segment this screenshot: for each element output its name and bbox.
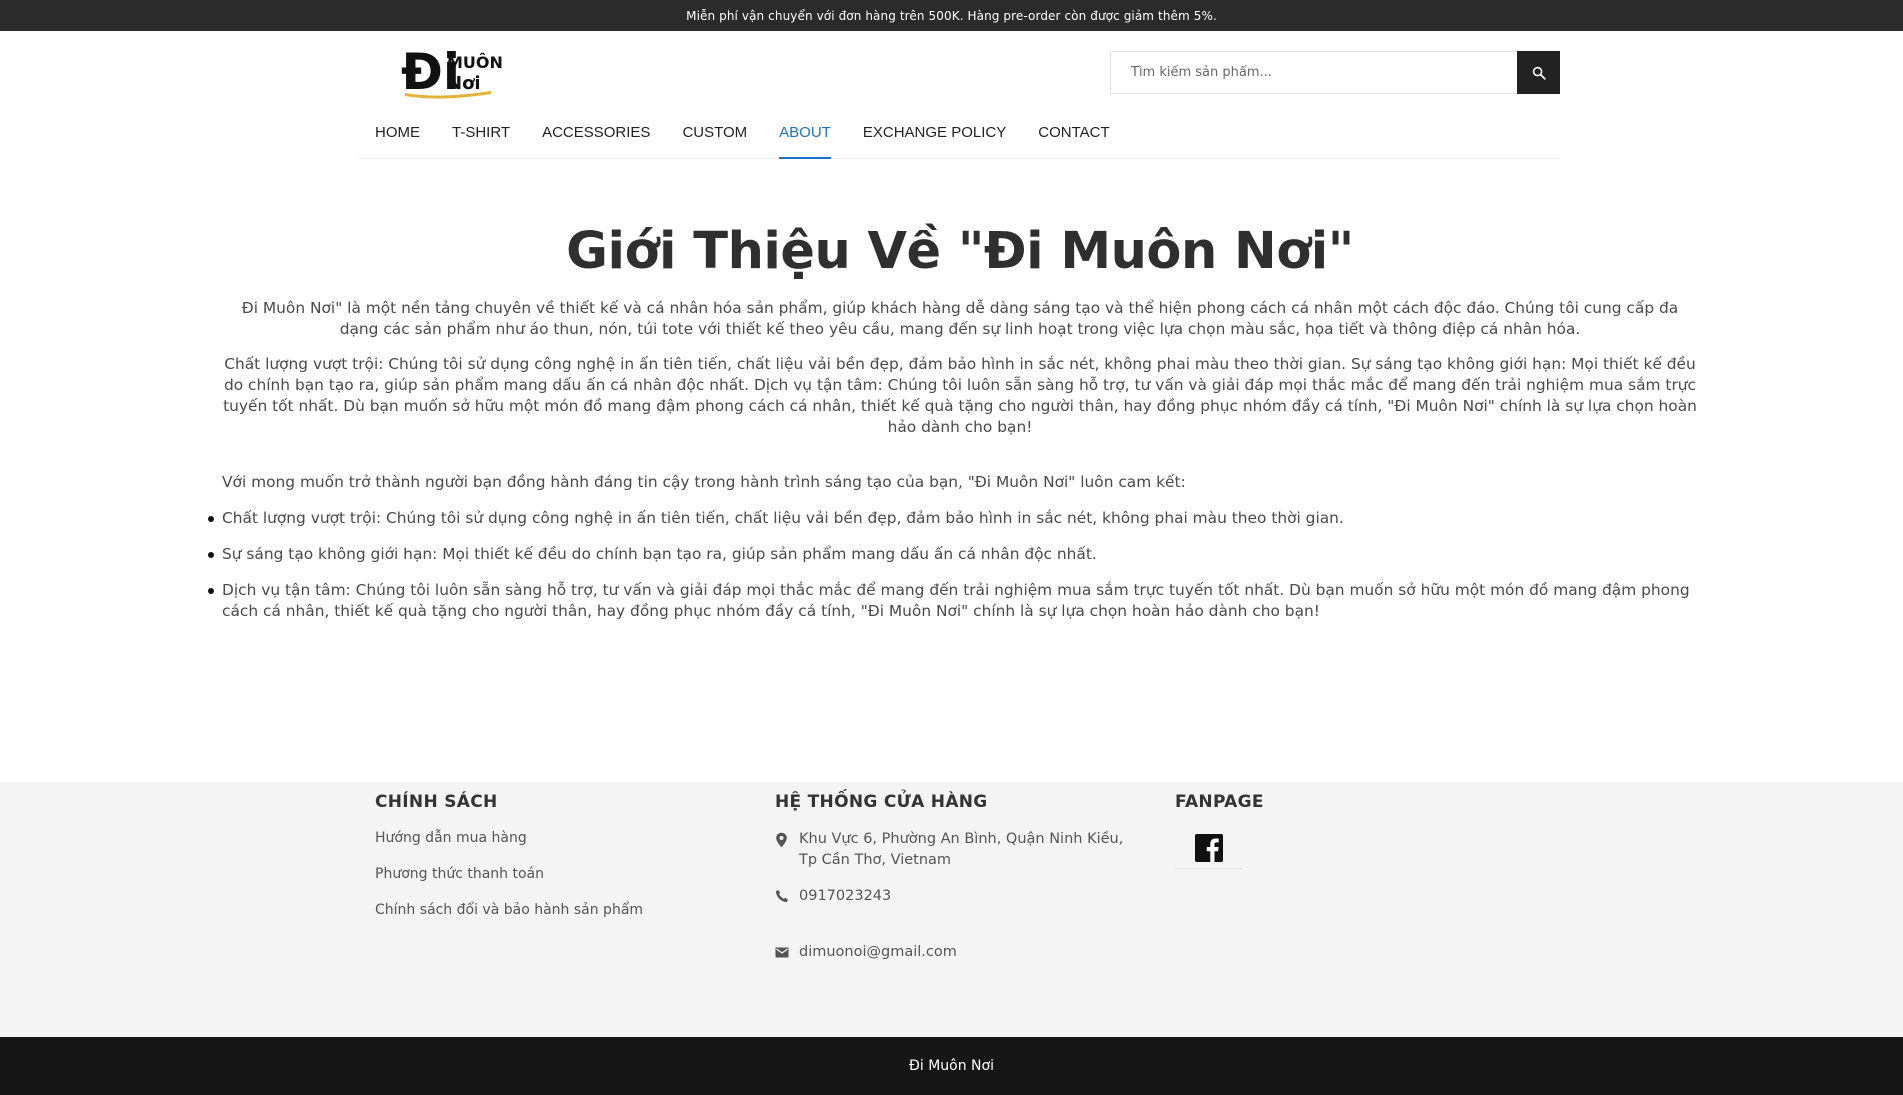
store-address-text: Khu Vực 6, Phường An Bình, Quận Ninh Kiề… [799, 831, 1124, 868]
search-bar [1110, 51, 1560, 94]
nav-item-exchange-policy[interactable]: EXCHANGE POLICY [863, 117, 1006, 159]
store-email: dimuonoi@gmail.com [775, 942, 1145, 966]
footer-link-exchange-warranty[interactable]: Chính sách đổi và bảo hành sản phẩm [375, 892, 755, 928]
list-item: Sự sáng tạo không giới hạn: Mọi thiết kế… [208, 544, 1698, 565]
site-footer: CHÍNH SÁCH Hướng dẫn mua hàng Phương thứ… [0, 782, 1903, 1037]
list-item: Dịch vụ tận tâm: Chúng tôi luôn sẵn sàng… [208, 580, 1698, 622]
nav-item-accessories[interactable]: ACCESSORIES [542, 117, 650, 159]
main-nav: HOME T-SHIRT ACCESSORIES CUSTOM ABOUT EX… [375, 117, 1142, 159]
commitment-list: Chất lượng vượt trội: Chúng tôi sử dụng … [208, 508, 1698, 622]
footer-stores-column: HỆ THỐNG CỬA HÀNG Khu Vực 6, Phường An B… [775, 782, 1145, 966]
location-pin-icon [775, 829, 799, 871]
intro-paragraph: Đi Muôn Nơi" là một nền tảng chuyên về t… [241, 299, 1679, 338]
store-phone: 0917023243 [775, 886, 1145, 910]
logo-top-text: MUÔN [447, 53, 503, 72]
mail-icon [775, 942, 799, 966]
nav-item-contact[interactable]: CONTACT [1038, 117, 1109, 159]
page-title: Giới Thiệu Về "Đi Muôn Nơi" [566, 222, 1354, 281]
copyright-text: Đi Muôn Nơi [909, 1058, 994, 1074]
announcement-bar: Miễn phí vận chuyển với đơn hàng trên 50… [0, 0, 1903, 31]
commitment-intro: Với mong muốn trở thành người bạn đồng h… [222, 473, 1186, 491]
nav-item-about[interactable]: ABOUT [779, 117, 831, 159]
search-icon [1532, 66, 1546, 80]
site-logo[interactable]: Đi MUÔN Nơi [399, 41, 515, 103]
footer-fanpage-column: FANPAGE [1175, 782, 1475, 869]
nav-item-home[interactable]: HOME [375, 117, 420, 159]
footer-policy-heading: CHÍNH SÁCH [375, 792, 498, 812]
footer-link-purchase-guide[interactable]: Hướng dẫn mua hàng [375, 820, 755, 856]
copyright-bar: Đi Muôn Nơi [0, 1037, 1903, 1095]
store-email-text[interactable]: dimuonoi@gmail.com [799, 942, 957, 966]
nav-item-t-shirt[interactable]: T-SHIRT [452, 117, 510, 159]
list-item: Chất lượng vượt trội: Chúng tôi sử dụng … [208, 508, 1698, 529]
store-phone-text[interactable]: 0917023243 [799, 886, 891, 910]
logo-bottom-text: Nơi [447, 73, 481, 94]
summary-paragraph: Chất lượng vượt trội: Chúng tôi sử dụng … [223, 355, 1697, 436]
facebook-link[interactable] [1175, 827, 1243, 869]
about-content: Giới Thiệu Về "Đi Muôn Nơi" Đi Muôn Nơi"… [208, 159, 1698, 637]
footer-policy-column: CHÍNH SÁCH Hướng dẫn mua hàng Phương thứ… [375, 782, 755, 928]
phone-icon [775, 886, 799, 910]
search-button[interactable] [1517, 51, 1560, 94]
search-input[interactable] [1110, 51, 1517, 94]
announcement-text: Miễn phí vận chuyển với đơn hàng trên 50… [686, 8, 1217, 23]
site-header: Đi MUÔN Nơi HOME T-SHIRT ACCESSORIES CUS… [359, 31, 1560, 159]
facebook-icon [1195, 833, 1223, 862]
store-address: Khu Vực 6, Phường An Bình, Quận Ninh Kiề… [775, 829, 1145, 871]
nav-item-custom[interactable]: CUSTOM [682, 117, 747, 159]
footer-stores-heading: HỆ THỐNG CỬA HÀNG [775, 792, 988, 812]
footer-link-payment-methods[interactable]: Phương thức thanh toán [375, 856, 755, 892]
footer-fanpage-heading: FANPAGE [1175, 792, 1264, 812]
